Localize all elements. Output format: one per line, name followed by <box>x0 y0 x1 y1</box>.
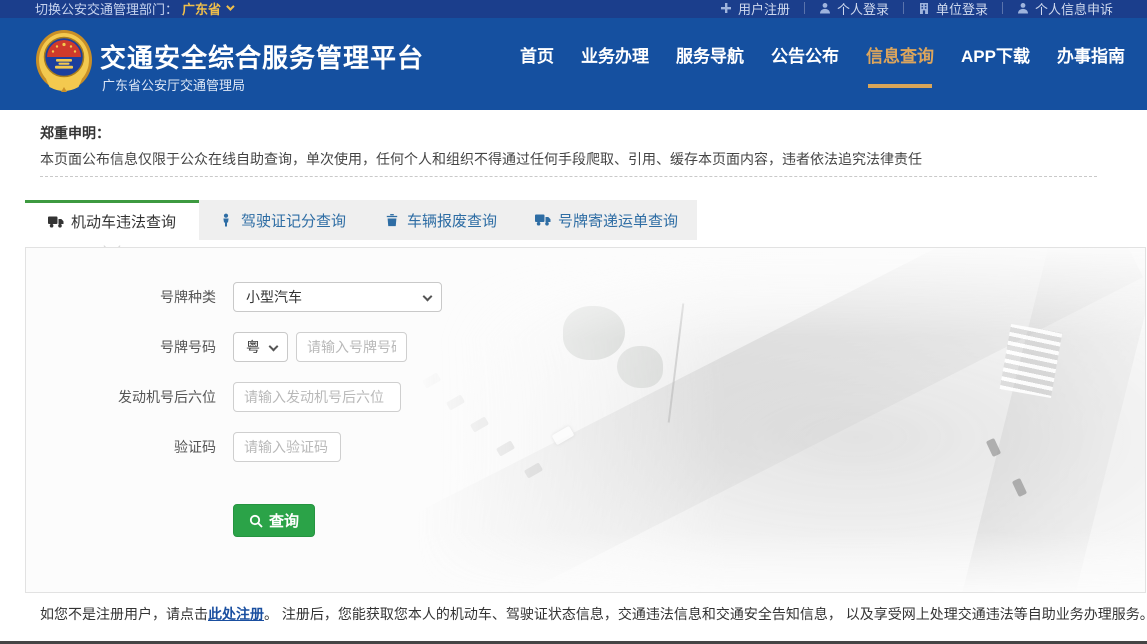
notice-body: 本页面公布信息仅限于公众在线自助查询，单次使用，任何个人和组织不得通过任何手段爬… <box>40 151 922 167</box>
nav-item-app-download[interactable]: APP下载 <box>961 46 1030 68</box>
main-navigation: 首页 业务办理 服务导航 公告公布 信息查询 APP下载 办事指南 <box>520 46 1125 88</box>
switch-department-label: 切换公安交通管理部门： <box>35 1 179 17</box>
background-photo <box>385 248 1145 592</box>
user-icon <box>1017 3 1028 14</box>
tab-vehicle-scrap-query[interactable]: 车辆报废查询 <box>365 200 516 240</box>
region-name: 广东省 <box>182 1 222 17</box>
engine-number-label: 发动机号后六位 <box>118 389 216 405</box>
search-icon <box>249 514 263 528</box>
trash-icon <box>386 214 398 227</box>
nav-item-handling-guide[interactable]: 办事指南 <box>1057 46 1125 68</box>
top-utility-bar: 切换公安交通管理部门： 广东省 用户注册 个人登录 单位登录 个人信息申诉 <box>0 0 1147 18</box>
province-prefix-value: 粤 <box>246 339 260 355</box>
tab-label: 车辆报废查询 <box>407 212 498 230</box>
query-button[interactable]: 查询 <box>233 504 315 537</box>
province-prefix-select[interactable]: 粤 <box>233 332 288 362</box>
plate-number-label: 号牌号码 <box>160 339 216 355</box>
query-tabs: 机动车违法查询 驾驶证记分查询 车辆报废查询 号牌寄递运单查询 <box>25 200 698 240</box>
tab-vehicle-violation-query[interactable]: 机动车违法查询 <box>25 200 200 240</box>
truck-icon <box>48 216 64 227</box>
site-title: 交通安全综合服务管理平台 <box>100 43 425 73</box>
person-icon <box>223 213 229 227</box>
chevron-down-icon <box>226 2 235 11</box>
register-here-link[interactable]: 此处注册 <box>208 606 264 622</box>
unit-login-label: 单位登录 <box>935 1 988 17</box>
plate-type-label: 号牌种类 <box>160 289 216 305</box>
note-prefix: 如您不是注册用户，请点击 <box>40 606 208 622</box>
nav-item-announcements[interactable]: 公告公布 <box>771 46 839 68</box>
chevron-down-icon <box>268 341 279 352</box>
account-links: 用户注册 个人登录 单位登录 个人信息申诉 <box>706 0 1127 18</box>
truck-icon <box>535 214 551 226</box>
user-register-label: 用户注册 <box>737 1 790 17</box>
personal-appeal-label: 个人信息申诉 <box>1034 1 1113 17</box>
site-subtitle: 广东省公安厅交通管理局 <box>102 78 246 93</box>
plate-type-select[interactable]: 小型汽车 <box>233 282 442 312</box>
notice-title: 郑重申明： <box>40 125 110 141</box>
region-selector[interactable]: 广东省 <box>182 0 235 18</box>
chevron-down-icon <box>422 291 433 302</box>
traffic-service-page: 切换公安交通管理部门： 广东省 用户注册 个人登录 单位登录 个人信息申诉 交通… <box>0 0 1147 644</box>
dashed-divider <box>40 176 1097 177</box>
engine-number-input[interactable] <box>233 382 401 412</box>
user-register-link[interactable]: 用户注册 <box>706 0 804 18</box>
registration-note: 如您不是注册用户，请点击此处注册。 注册后，您能获取您本人的机动车、驾驶证状态信… <box>40 604 1147 624</box>
nav-item-service-guide[interactable]: 服务导航 <box>676 46 744 68</box>
captcha-label: 验证码 <box>174 439 216 455</box>
violation-query-panel: 号牌种类 小型汽车 号牌号码 粤 发动机号后六位 <box>25 247 1146 593</box>
query-button-label: 查询 <box>268 513 299 530</box>
photo-shape <box>385 532 1145 592</box>
note-suffix: 。 注册后，您能获取您本人的机动车、驾驶证状态信息，交通违法信息和交通安全告知信… <box>264 606 1147 622</box>
tab-plate-delivery-query[interactable]: 号牌寄递运单查询 <box>516 200 697 240</box>
site-header: 交通安全综合服务管理平台 广东省公安厅交通管理局 首页 业务办理 服务导航 公告… <box>0 18 1147 110</box>
plate-type-value: 小型汽车 <box>246 289 302 305</box>
plate-number-input[interactable] <box>296 332 407 362</box>
tab-label: 机动车违法查询 <box>71 214 177 231</box>
captcha-input[interactable] <box>233 432 341 462</box>
tab-label: 驾驶证记分查询 <box>241 212 347 230</box>
tab-license-points-query[interactable]: 驾驶证记分查询 <box>199 200 365 240</box>
department-switcher: 切换公安交通管理部门： 广东省 <box>35 0 235 18</box>
tab-label: 号牌寄递运单查询 <box>558 212 679 230</box>
user-icon <box>819 3 830 14</box>
nav-item-business[interactable]: 业务办理 <box>581 46 649 68</box>
police-badge-logo <box>36 30 92 92</box>
personal-appeal-link[interactable]: 个人信息申诉 <box>1003 0 1127 18</box>
unit-login-link[interactable]: 单位登录 <box>904 0 1002 18</box>
personal-login-link[interactable]: 个人登录 <box>805 0 903 18</box>
personal-login-label: 个人登录 <box>836 1 889 17</box>
nav-item-info-query[interactable]: 信息查询 <box>866 46 934 88</box>
plus-icon <box>720 3 731 13</box>
building-icon <box>919 3 928 14</box>
nav-item-home[interactable]: 首页 <box>520 46 554 68</box>
